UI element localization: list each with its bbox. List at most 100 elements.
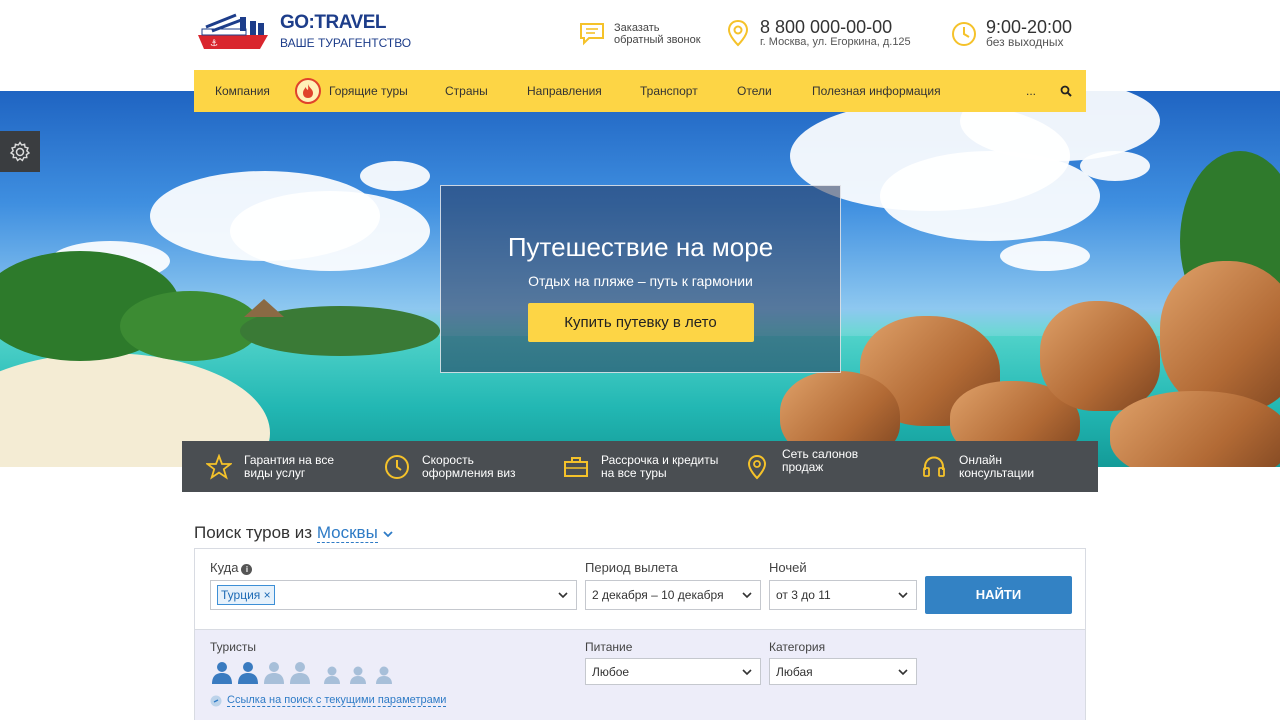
search-link-text: Ссылка на поиск с текущими параметрами	[227, 694, 447, 707]
feature-guarantee: Гарантия на все виды услуг	[206, 441, 364, 492]
tourists-label: Туристы	[210, 640, 257, 654]
palm-trees	[120, 291, 260, 361]
search-title-prefix: Поиск туров из	[194, 523, 313, 542]
nav-label: Отели	[737, 84, 772, 98]
meal-label: Питание	[585, 640, 633, 654]
destination-select[interactable]: Турция ×	[210, 580, 577, 610]
child-inactive-icon[interactable]	[320, 660, 344, 684]
destination-tag[interactable]: Турция ×	[217, 585, 275, 605]
feature-visa-speed: Скорость оформления виз	[384, 441, 542, 492]
work-hours-note: без выходных	[986, 35, 1064, 49]
feature-line2: консультации	[959, 465, 1035, 480]
feature-line1: Рассрочка и кредиты	[601, 452, 719, 467]
chevron-down-icon	[742, 669, 752, 676]
rock	[1160, 261, 1280, 411]
contact-block: 8 800 000-00-00 г. Москва, ул. Егоркина,…	[724, 18, 911, 48]
child-inactive-icon[interactable]	[346, 660, 370, 684]
work-hours: 9:00-20:00	[986, 17, 1073, 37]
promo-banner: Путешествие на море Отдых на пляже – пут…	[440, 185, 841, 373]
clock-icon	[950, 20, 978, 48]
nav-label: ...	[1026, 84, 1037, 98]
category-value: Любая	[776, 664, 813, 679]
map-pin-icon	[724, 19, 752, 47]
ship-logo-icon: ⚓	[196, 13, 270, 51]
nav-item-useful-info[interactable]: Полезная информация	[812, 70, 941, 112]
search-link[interactable]: Ссылка на поиск с текущими параметрами	[210, 694, 447, 707]
phone-number[interactable]: 8 800 000-00-00	[760, 18, 911, 36]
info-icon[interactable]: i	[241, 564, 253, 575]
feature-salons: Сеть салонов продаж	[744, 441, 902, 492]
nav-item-transport[interactable]: Транспорт	[640, 70, 698, 112]
category-select[interactable]: Любая	[769, 658, 917, 685]
search-icon[interactable]	[1060, 70, 1072, 112]
feature-online-consult: Онлайн консультации	[921, 441, 1079, 492]
cloud	[880, 151, 1100, 241]
headset-icon	[921, 454, 947, 480]
cloud	[230, 191, 430, 271]
adult-active-icon[interactable]	[236, 660, 260, 684]
nights-select[interactable]: от 3 до 11	[769, 580, 917, 610]
callback-line2: обратный звонок	[614, 34, 701, 46]
adult-active-icon[interactable]	[210, 660, 234, 684]
search-extra-options: Туристы Ссылка на поиск с текущими парам…	[195, 629, 1085, 720]
feature-line2: виды услуг	[244, 465, 306, 480]
gear-icon	[9, 140, 31, 161]
cloud	[1000, 241, 1090, 271]
fire-icon	[295, 78, 321, 104]
child-inactive-icon[interactable]	[372, 660, 396, 684]
cloud	[360, 161, 430, 191]
adult-inactive-icon[interactable]	[288, 660, 312, 684]
main-nav: Компания Горящие туры Страны Направления…	[194, 70, 1086, 112]
feature-line1: Скорость	[422, 452, 474, 467]
link-icon	[210, 695, 222, 706]
settings-button[interactable]	[0, 131, 40, 172]
clock-icon	[384, 454, 410, 480]
star-icon	[206, 453, 232, 480]
where-label: Куда i	[210, 560, 253, 575]
rock	[1110, 391, 1280, 467]
nav-item-directions[interactable]: Направления	[527, 70, 602, 112]
nights-label: Ночей	[769, 560, 807, 575]
briefcase-icon	[563, 454, 589, 480]
tourists-selector[interactable]	[210, 660, 398, 684]
chevron-down-icon	[898, 592, 908, 599]
destination-tag-label: Турция	[221, 588, 261, 602]
nav-item-hotels[interactable]: Отели	[737, 70, 772, 112]
banner-title: Путешествие на море	[507, 232, 774, 262]
meal-select[interactable]: Любое	[585, 658, 761, 685]
nav-item-more[interactable]: ...	[1026, 70, 1036, 112]
remove-tag-icon[interactable]: ×	[264, 588, 271, 602]
buy-tour-button[interactable]: Купить путевку в лето	[527, 303, 754, 342]
cloud	[1080, 151, 1150, 181]
callback-request[interactable]: Заказать обратный звонок	[578, 20, 701, 48]
features-bar: Гарантия на все виды услуг Скорость оформл…	[182, 441, 1098, 492]
nav-label: Страны	[445, 84, 488, 98]
find-button[interactable]: НАЙТИ	[925, 576, 1072, 614]
chevron-down-icon	[558, 592, 568, 599]
city-selector[interactable]: Москвы	[316, 523, 378, 543]
period-select[interactable]: 2 декабря – 10 декабря	[585, 580, 761, 610]
nav-item-hot-tours[interactable]: Горящие туры	[295, 70, 408, 112]
map-pin-icon	[744, 454, 770, 480]
site-header: ⚓ GO:TRAVEL ВАШЕ ТУРАГЕНТСТВО Заказать о…	[0, 0, 1280, 70]
nav-label: Направления	[527, 84, 602, 98]
svg-text:⚓: ⚓	[210, 39, 218, 49]
meal-value: Любое	[592, 664, 630, 679]
chat-icon	[578, 20, 606, 48]
nights-value: от 3 до 11	[776, 588, 831, 602]
callback-line1: Заказать	[614, 22, 660, 34]
feature-line2: на все туры	[601, 465, 667, 480]
tour-search-form: Куда i Турция × Период вылета 2 декабря –…	[194, 548, 1086, 720]
period-label: Период вылета	[585, 560, 678, 575]
category-label: Категория	[769, 640, 826, 654]
nav-label: Транспорт	[640, 84, 698, 98]
nav-item-countries[interactable]: Страны	[445, 70, 488, 112]
nav-label: Горящие туры	[329, 84, 408, 98]
rock	[1040, 301, 1160, 411]
adult-inactive-icon[interactable]	[262, 660, 286, 684]
feature-line1: Сеть салонов продаж	[782, 446, 859, 474]
page: ⚓ GO:TRAVEL ВАШЕ ТУРАГЕНТСТВО Заказать о…	[0, 0, 1280, 720]
where-label-text: Куда	[210, 560, 239, 575]
logo[interactable]: ⚓ GO:TRAVEL ВАШЕ ТУРАГЕНТСТВО	[196, 12, 416, 52]
nav-item-company[interactable]: Компания	[215, 70, 270, 112]
